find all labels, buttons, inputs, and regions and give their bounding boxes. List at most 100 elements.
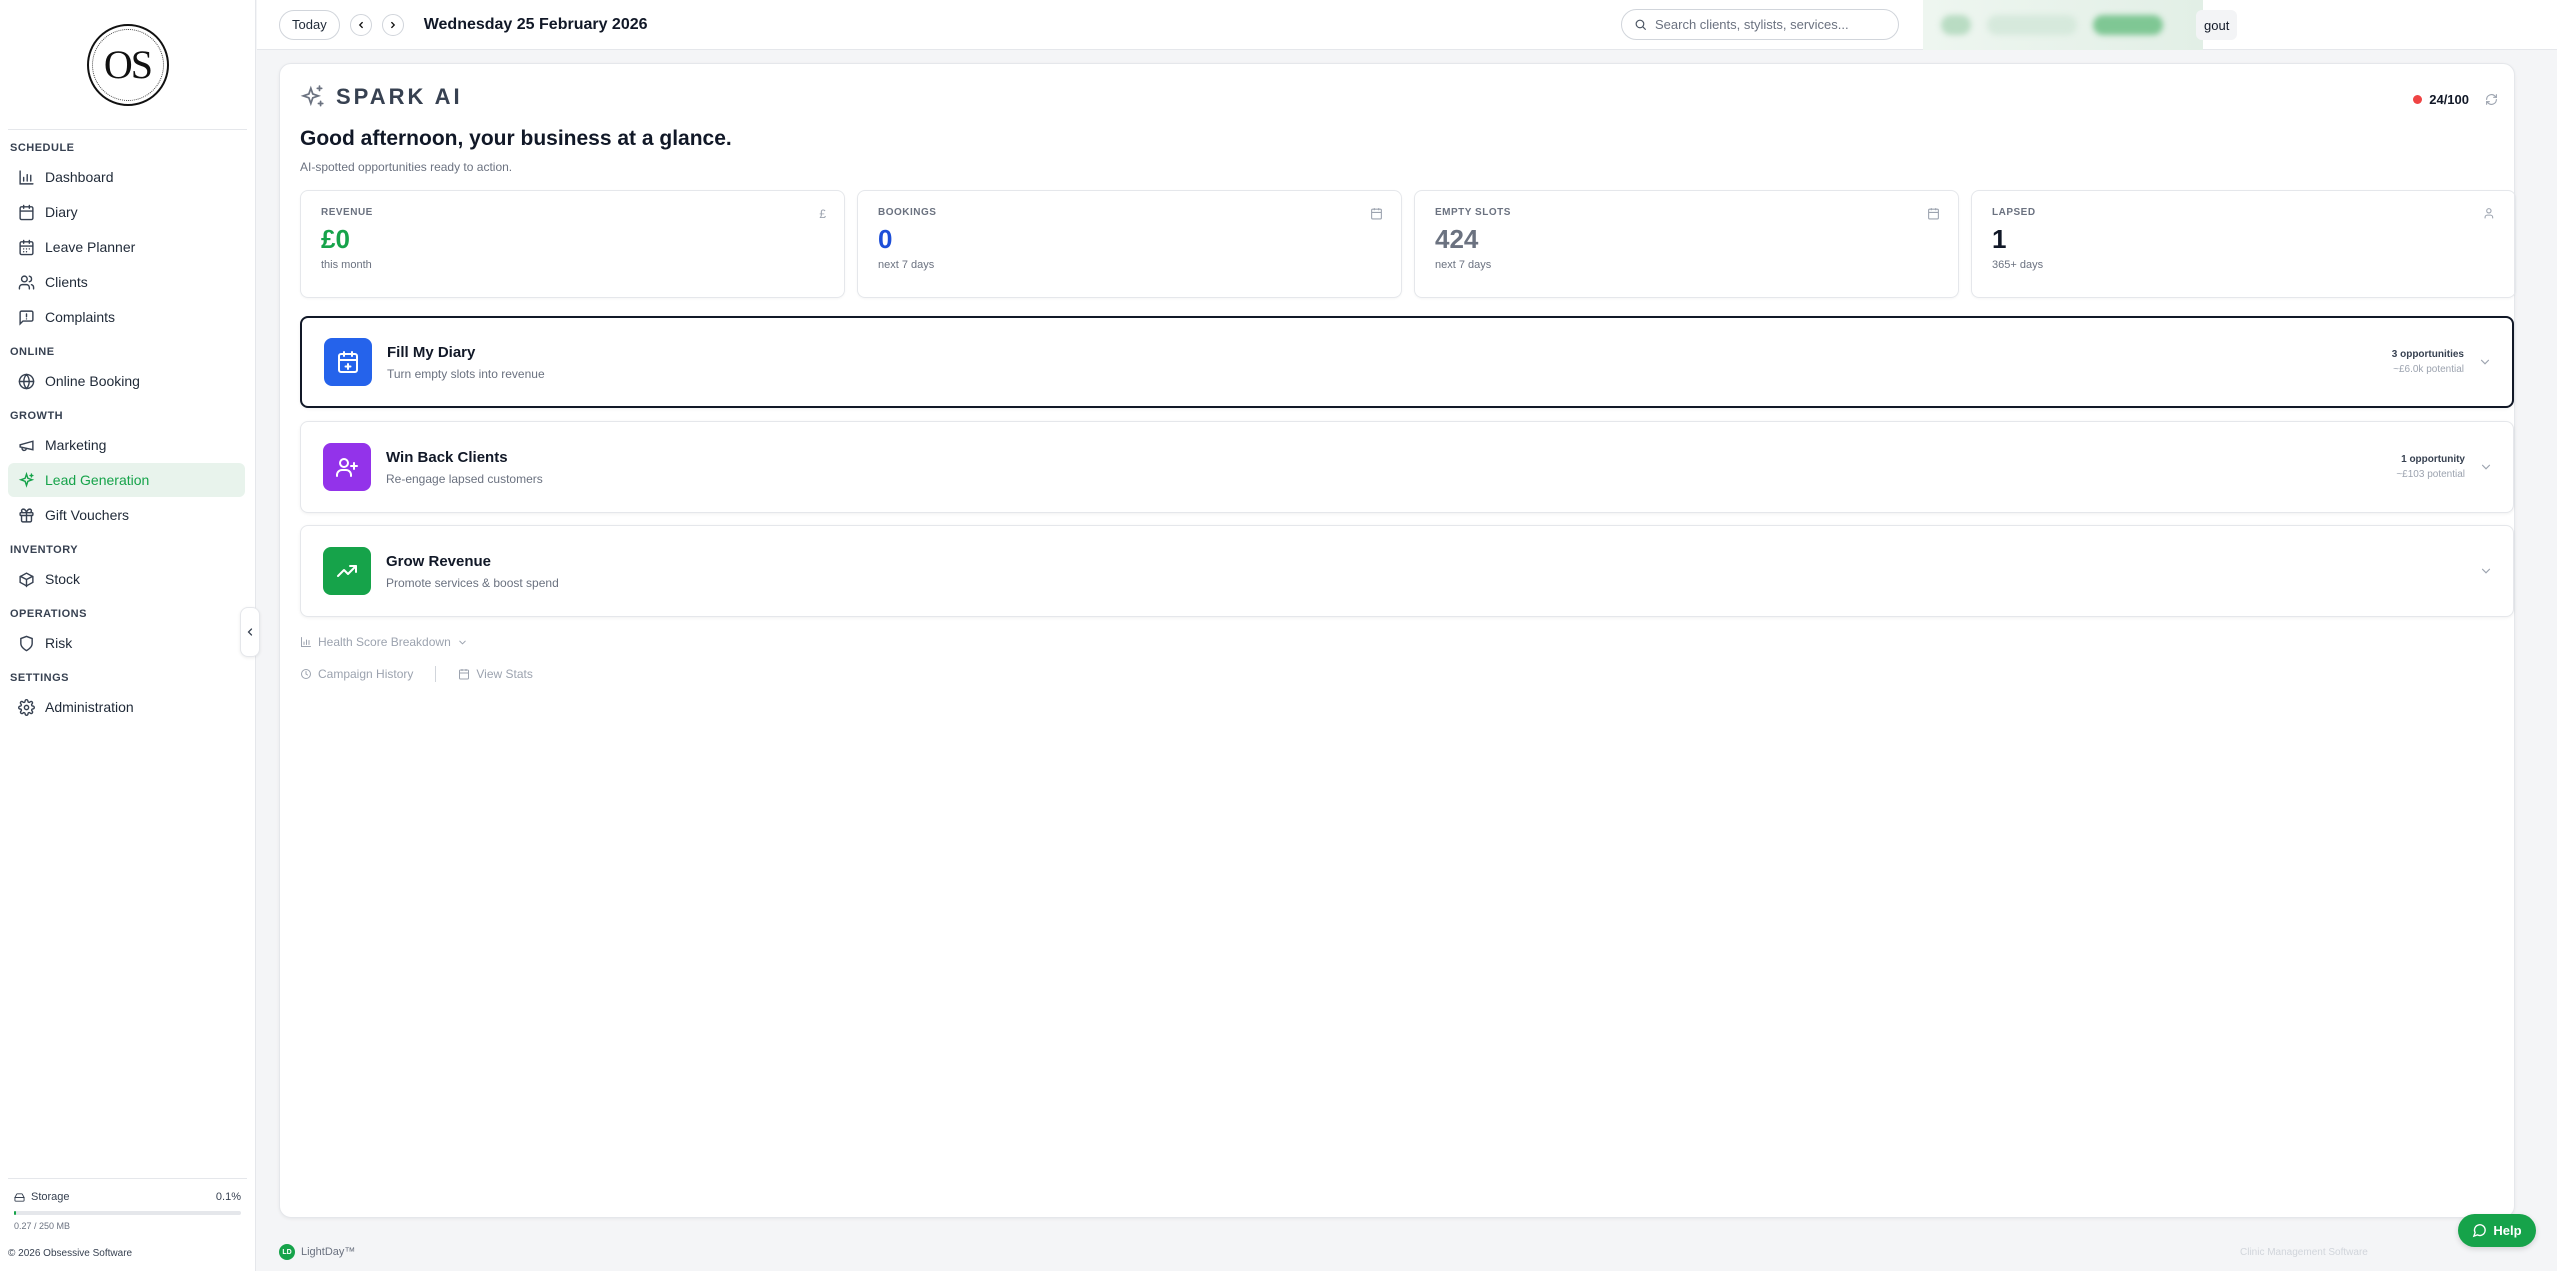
campaign-history-link[interactable]: Campaign History <box>300 667 413 681</box>
next-day-button[interactable] <box>381 13 404 36</box>
blurred-text <box>1987 15 2077 35</box>
storage-usage: 0.27 / 250 MB <box>14 1221 71 1231</box>
action-card-fill-my-diary[interactable]: Fill My Diary Turn empty slots into reve… <box>300 316 2514 408</box>
help-label: Help <box>2493 1223 2522 1238</box>
user-plus-icon <box>323 443 371 491</box>
sidebar-item-label: Online Booking <box>45 373 140 389</box>
storage-label-wrap: Storage <box>14 1191 70 1203</box>
footer-links: Campaign History View Stats <box>300 666 533 682</box>
megaphone-icon <box>19 439 34 451</box>
action-title: Grow Revenue <box>386 552 492 570</box>
sidebar: OS SCHEDULE Dashboard Diary Leave Planne… <box>0 0 256 1271</box>
sidebar-item-marketing[interactable]: Marketing <box>8 428 245 462</box>
brand-logo[interactable]: OS <box>86 23 169 106</box>
sidebar-item-administration[interactable]: Administration <box>8 690 245 724</box>
action-text: Win Back Clients Re-engage lapsed custom… <box>386 449 543 486</box>
clock-icon <box>301 669 311 679</box>
sidebar-item-dashboard[interactable]: Dashboard <box>8 160 245 194</box>
health-status-dot <box>2413 95 2423 104</box>
blurred-avatar <box>1941 15 1971 35</box>
today-button[interactable]: Today <box>279 9 340 40</box>
sidebar-item-leave-planner[interactable]: Leave Planner <box>8 230 245 264</box>
sidebar-item-stock[interactable]: Stock <box>8 562 245 596</box>
chevron-left-icon <box>247 628 253 636</box>
stat-sub: 365+ days <box>1992 259 2044 271</box>
footer-brand-name: LightDay™ <box>301 1246 356 1258</box>
help-button[interactable]: Help <box>2458 1214 2536 1247</box>
potential-value: ~£6.0k potential <box>2393 364 2464 375</box>
sidebar-item-label: Administration <box>45 699 134 715</box>
sidebar-item-label: Dashboard <box>45 169 114 185</box>
calendar-icon <box>459 669 470 680</box>
logout-button[interactable]: gout <box>2196 10 2238 40</box>
sidebar-item-label: Gift Vouchers <box>45 507 130 523</box>
calendar-plus-icon <box>324 338 372 386</box>
campaign-history-label: Campaign History <box>318 667 414 681</box>
spark-ai-panel: SPARK AI 24/100 Good afternoon, your bus… <box>279 63 2516 1218</box>
section-schedule: SCHEDULE <box>10 142 75 154</box>
chevron-down-icon[interactable] <box>2479 564 2493 578</box>
stat-label: REVENUE <box>321 207 373 218</box>
sidebar-item-label: Leave Planner <box>45 239 136 255</box>
sidebar-item-label: Complaints <box>45 309 116 325</box>
prev-day-button[interactable] <box>349 13 372 36</box>
link-divider <box>435 666 437 682</box>
sidebar-item-risk[interactable]: Risk <box>8 626 245 660</box>
sidebar-item-complaints[interactable]: Complaints <box>8 300 245 334</box>
sidebar-collapse-button[interactable] <box>240 607 260 657</box>
search-input[interactable] <box>1655 17 1875 32</box>
action-desc: Promote services & boost spend <box>386 575 559 590</box>
opportunity-count: 3 opportunities <box>2391 349 2464 360</box>
sidebar-item-clients[interactable]: Clients <box>8 265 245 299</box>
stat-label: LAPSED <box>1992 207 2036 218</box>
chevron-down-icon[interactable] <box>2479 460 2493 474</box>
stat-value: 0 <box>878 224 893 254</box>
action-card-win-back-clients[interactable]: Win Back Clients Re-engage lapsed custom… <box>300 421 2514 513</box>
sidebar-item-label: Risk <box>45 635 73 651</box>
greeting: Good afternoon, your business at a glanc… <box>300 127 732 150</box>
sparkles-icon <box>300 85 324 107</box>
users-icon <box>2484 208 2494 219</box>
sidebar-item-gift-vouchers[interactable]: Gift Vouchers <box>8 498 245 532</box>
calendar-icon <box>1928 208 1939 220</box>
logo-area: OS <box>8 0 247 130</box>
potential-value: ~£103 potential <box>2396 469 2465 480</box>
refresh-icon[interactable] <box>2485 93 2498 106</box>
action-title: Win Back Clients <box>386 448 508 466</box>
stat-sub: next 7 days <box>1435 259 1492 271</box>
calendar-icon <box>19 204 34 220</box>
action-text: Fill My Diary Turn empty slots into reve… <box>387 344 545 381</box>
sidebar-item-label: Marketing <box>45 437 107 453</box>
stat-sub: this month <box>321 259 372 271</box>
user-area-blurred <box>1923 0 2203 50</box>
action-desc: Turn empty slots into revenue <box>387 366 545 381</box>
message-alert-icon <box>19 309 34 326</box>
sidebar-item-label: Clients <box>45 274 88 290</box>
users-icon <box>18 274 35 290</box>
sidebar-item-lead-generation[interactable]: Lead Generation <box>8 463 245 497</box>
storage-header: Storage 0.1% <box>8 1191 247 1203</box>
action-desc: Re-engage lapsed customers <box>386 471 543 486</box>
health-score[interactable]: 24/100 <box>2413 92 2498 107</box>
chevron-left-icon <box>358 21 363 28</box>
sparkles-icon <box>18 471 35 488</box>
gift-icon <box>19 507 34 523</box>
stat-card-revenue: REVENUE £0 this month £ <box>300 190 845 298</box>
message-circle-icon <box>2473 1224 2487 1238</box>
sidebar-item-diary[interactable]: Diary <box>8 195 245 229</box>
action-card-grow-revenue[interactable]: Grow Revenue Promote services & boost sp… <box>300 525 2514 617</box>
search-box[interactable] <box>1621 9 1899 40</box>
view-stats-link[interactable]: View Stats <box>458 667 533 681</box>
sidebar-item-online-booking[interactable]: Online Booking <box>8 364 245 398</box>
spark-title-text: SPARK AI <box>336 84 463 109</box>
calendar-icon <box>1371 208 1382 220</box>
storage-bar-fill <box>14 1211 17 1215</box>
stat-card-lapsed: LAPSED 1 365+ days <box>1971 190 2516 298</box>
footer-brand: LD LightDay™ <box>279 1244 355 1260</box>
section-settings: SETTINGS <box>10 672 70 684</box>
health-breakdown-toggle[interactable]: Health Score Breakdown <box>300 635 474 649</box>
gear-icon <box>18 698 35 716</box>
stat-value: £0 <box>321 224 350 254</box>
chevron-down-icon[interactable] <box>2478 355 2492 369</box>
spark-title: SPARK AI <box>300 84 463 110</box>
